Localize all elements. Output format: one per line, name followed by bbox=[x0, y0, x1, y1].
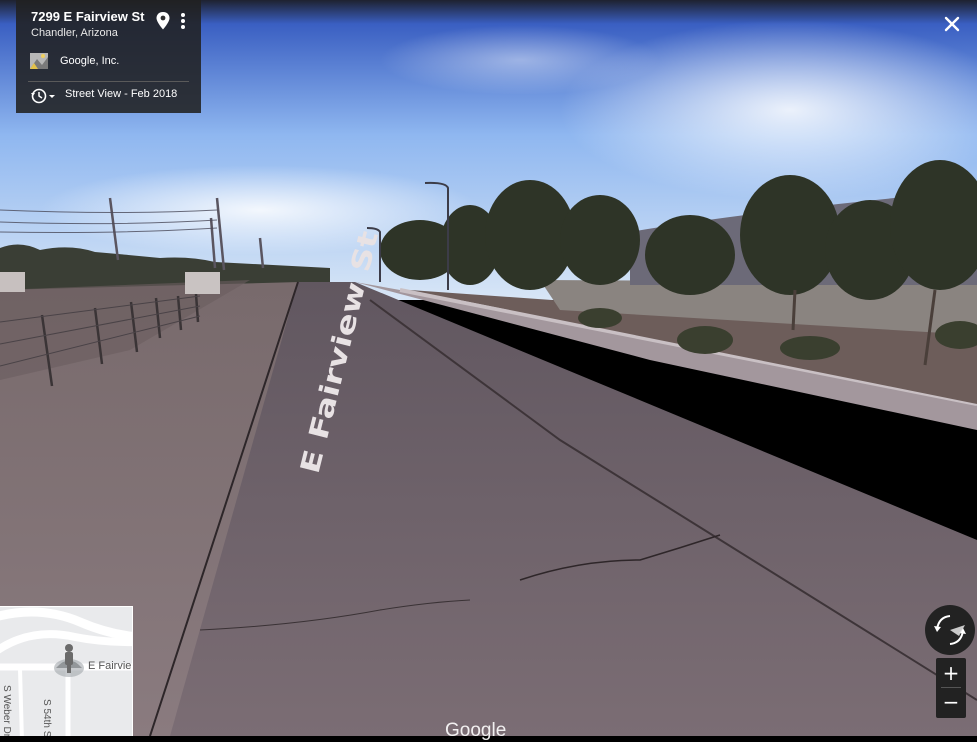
provider-label: Google, Inc. bbox=[60, 55, 120, 67]
minimap-street-label: E Fairvie bbox=[88, 660, 132, 672]
minimap[interactable]: E Fairvie S 54th St S Weber Dr bbox=[0, 606, 133, 736]
zoom-controls: + − bbox=[936, 658, 966, 718]
shed bbox=[0, 272, 25, 292]
pegman-icon[interactable] bbox=[52, 641, 86, 681]
history-icon[interactable] bbox=[29, 86, 59, 106]
zoom-in-label: + bbox=[942, 661, 960, 685]
card-divider bbox=[28, 81, 189, 82]
minimap-cross-street: S 54th St bbox=[41, 699, 52, 736]
address-subtitle: Chandler, Arizona bbox=[31, 27, 118, 39]
provider-row: Google, Inc. bbox=[28, 51, 119, 71]
zoom-out-button[interactable]: − bbox=[936, 688, 966, 717]
cloud bbox=[380, 25, 660, 95]
imagery-date-label[interactable]: Street View - Feb 2018 bbox=[65, 88, 177, 100]
zoom-out-label: − bbox=[942, 690, 960, 714]
photo-provider-icon bbox=[28, 51, 50, 71]
close-icon[interactable] bbox=[938, 10, 966, 38]
google-watermark: Google bbox=[445, 720, 507, 741]
zoom-in-button[interactable]: + bbox=[936, 658, 966, 687]
address-title: 7299 E Fairview St bbox=[31, 9, 145, 24]
minimap-cross-street: S Weber Dr bbox=[1, 685, 12, 736]
more-vert-icon[interactable] bbox=[176, 11, 190, 31]
location-info-card: 7299 E Fairview St Chandler, Arizona Goo… bbox=[16, 0, 201, 113]
compass-icon[interactable] bbox=[925, 605, 975, 655]
map-pin-icon[interactable] bbox=[154, 11, 172, 31]
shed bbox=[185, 272, 220, 294]
